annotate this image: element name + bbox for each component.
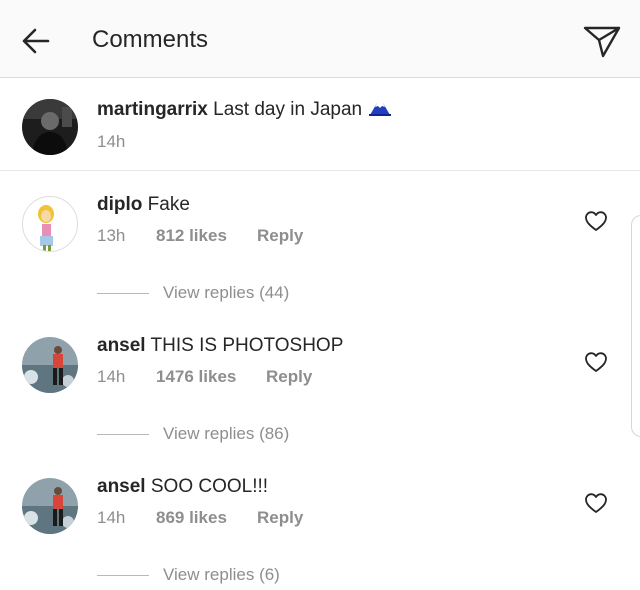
comment-time: 13h xyxy=(97,226,126,245)
reply-button[interactable]: Reply xyxy=(257,508,303,528)
divider xyxy=(97,575,149,576)
avatar[interactable] xyxy=(22,99,78,155)
username[interactable]: ansel xyxy=(97,476,146,497)
caption-text: martingarrix Last day in Japan xyxy=(97,99,392,121)
back-button[interactable] xyxy=(18,24,54,58)
like-button[interactable] xyxy=(584,210,608,232)
paper-plane-icon xyxy=(583,26,621,58)
comment-body: THIS IS PHOTOSHOP xyxy=(150,335,344,356)
username[interactable]: martingarrix xyxy=(97,99,208,120)
reply-button[interactable]: Reply xyxy=(266,367,312,387)
comment-item: diplo Fake 13h 812 likes Reply View repl… xyxy=(0,172,640,313)
comment-text: diplo Fake xyxy=(97,194,190,216)
comment-text: ansel THIS IS PHOTOSHOP xyxy=(97,335,343,357)
divider xyxy=(97,434,149,435)
divider xyxy=(97,293,149,294)
top-bar: Comments xyxy=(0,0,640,78)
comment-meta: 14h 869 likes Reply xyxy=(97,508,303,528)
heart-icon xyxy=(585,211,607,231)
comment-text: ansel SOO COOL!!! xyxy=(97,476,268,498)
caption-time: 14h xyxy=(97,132,126,151)
username[interactable]: diplo xyxy=(97,194,142,215)
comment-meta: 13h 812 likes Reply xyxy=(97,226,303,246)
comment-meta: 14h 1476 likes Reply xyxy=(97,367,312,387)
arrow-left-icon xyxy=(22,28,50,54)
likes-count[interactable]: 812 likes xyxy=(156,226,227,246)
like-button[interactable] xyxy=(584,492,608,514)
likes-count[interactable]: 1476 likes xyxy=(156,367,236,387)
comment-item: ansel SOO COOL!!! 14h 869 likes Reply Vi… xyxy=(0,454,640,590)
avatar[interactable] xyxy=(22,196,78,252)
mount-fuji-icon xyxy=(369,103,392,116)
like-button[interactable] xyxy=(584,351,608,373)
heart-icon xyxy=(585,352,607,372)
avatar[interactable] xyxy=(22,478,78,534)
comment-body: SOO COOL!!! xyxy=(150,476,269,497)
comment-item: ansel THIS IS PHOTOSHOP 14h 1476 likes R… xyxy=(0,313,640,454)
view-replies-label: View replies (6) xyxy=(163,565,280,584)
comment-time: 14h xyxy=(97,367,126,386)
caption-body: Last day in Japan xyxy=(213,99,363,120)
share-button[interactable] xyxy=(580,22,624,60)
post-caption: martingarrix Last day in Japan 14h xyxy=(0,79,640,171)
view-replies-label: View replies (86) xyxy=(163,424,290,443)
likes-count[interactable]: 869 likes xyxy=(156,508,227,528)
heart-icon xyxy=(585,493,607,513)
page-title: Comments xyxy=(92,26,209,53)
avatar[interactable] xyxy=(22,337,78,393)
view-replies-label: View replies (44) xyxy=(163,283,290,302)
reply-button[interactable]: Reply xyxy=(257,226,303,246)
comment-time: 14h xyxy=(97,508,126,527)
username[interactable]: ansel xyxy=(97,335,146,356)
side-panel-edge[interactable] xyxy=(631,215,640,437)
comment-body: Fake xyxy=(147,194,190,215)
